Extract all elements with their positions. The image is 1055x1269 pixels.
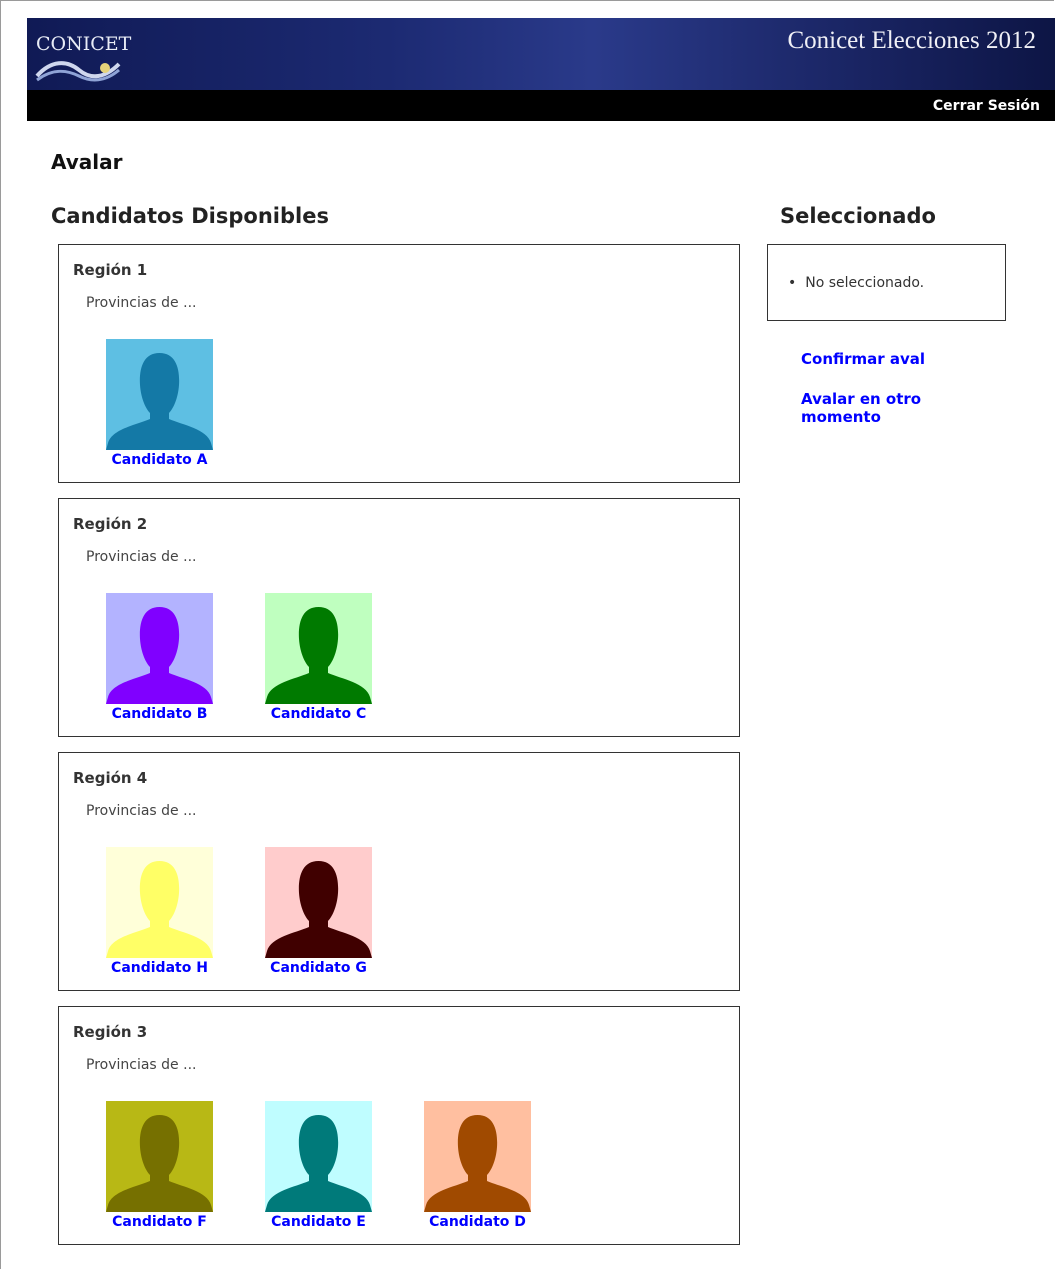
- candidate-name-link[interactable]: Candidato C: [265, 706, 372, 722]
- candidate-name-link[interactable]: Candidato D: [424, 1214, 531, 1230]
- candidate-list: Candidato B Candidato C: [106, 593, 424, 722]
- candidate-card[interactable]: Candidato F: [106, 1101, 213, 1230]
- endorse-later-link[interactable]: Avalar en otro momento: [801, 390, 941, 426]
- candidate-list: Candidato A: [106, 339, 265, 468]
- candidate-card[interactable]: Candidato G: [265, 847, 372, 976]
- confirm-endorsement-link[interactable]: Confirmar aval: [801, 350, 961, 368]
- logout-link[interactable]: Cerrar Sesión: [933, 98, 1040, 114]
- page-title: Avalar: [51, 150, 123, 174]
- candidate-name-link[interactable]: Candidato B: [106, 706, 213, 722]
- candidate-avatar-icon[interactable]: [106, 339, 213, 450]
- region-box: Región 2 Provincias de ... Candidato B Cand…: [58, 498, 740, 737]
- candidate-avatar-icon[interactable]: [106, 1101, 213, 1212]
- available-candidates-title: Candidatos Disponibles: [51, 204, 329, 228]
- candidate-list: Candidato F Candidato E Candidato D: [106, 1101, 583, 1230]
- candidate-avatar-icon[interactable]: [424, 1101, 531, 1212]
- candidate-avatar-icon[interactable]: [265, 847, 372, 958]
- candidate-name-link[interactable]: Candidato H: [106, 960, 213, 976]
- candidate-card[interactable]: Candidato C: [265, 593, 372, 722]
- region-box: Región 3 Provincias de ... Candidato F Cand…: [58, 1006, 740, 1245]
- region-name: Región 4: [73, 769, 148, 787]
- candidate-card[interactable]: Candidato D: [424, 1101, 531, 1230]
- candidate-avatar-icon[interactable]: [265, 593, 372, 704]
- selected-list: No seleccionado.: [788, 275, 924, 291]
- candidate-avatar-icon[interactable]: [106, 847, 213, 958]
- region-description: Provincias de ...: [86, 803, 197, 819]
- candidate-card[interactable]: Candidato E: [265, 1101, 372, 1230]
- app-title: Conicet Elecciones 2012: [787, 27, 1036, 54]
- region-box: Región 4 Provincias de ... Candidato H Cand…: [58, 752, 740, 991]
- selected-box: No seleccionado.: [767, 244, 1006, 321]
- region-name: Región 3: [73, 1023, 148, 1041]
- region-description: Provincias de ...: [86, 1057, 197, 1073]
- conicet-logo: CONICET: [36, 33, 132, 55]
- candidate-name-link[interactable]: Candidato F: [106, 1214, 213, 1230]
- selected-title: Seleccionado: [780, 204, 936, 228]
- candidate-card[interactable]: Candidato A: [106, 339, 213, 468]
- candidate-name-link[interactable]: Candidato G: [265, 960, 372, 976]
- candidate-card[interactable]: Candidato H: [106, 847, 213, 976]
- selected-item: No seleccionado.: [788, 275, 924, 291]
- region-description: Provincias de ...: [86, 549, 197, 565]
- region-description: Provincias de ...: [86, 295, 197, 311]
- top-nav-bar: Cerrar Sesión: [27, 90, 1055, 121]
- candidate-avatar-icon[interactable]: [106, 593, 213, 704]
- candidate-avatar-icon[interactable]: [265, 1101, 372, 1212]
- region-box: Región 1 Provincias de ... Candidato A: [58, 244, 740, 483]
- conicet-wave-icon: [35, 61, 121, 82]
- candidate-list: Candidato H Candidato G: [106, 847, 424, 976]
- region-name: Región 1: [73, 261, 148, 279]
- candidate-name-link[interactable]: Candidato A: [106, 452, 213, 468]
- candidate-card[interactable]: Candidato B: [106, 593, 213, 722]
- region-name: Región 2: [73, 515, 148, 533]
- header-banner: CONICET Conicet Elecciones 2012: [27, 18, 1055, 90]
- candidate-name-link[interactable]: Candidato E: [265, 1214, 372, 1230]
